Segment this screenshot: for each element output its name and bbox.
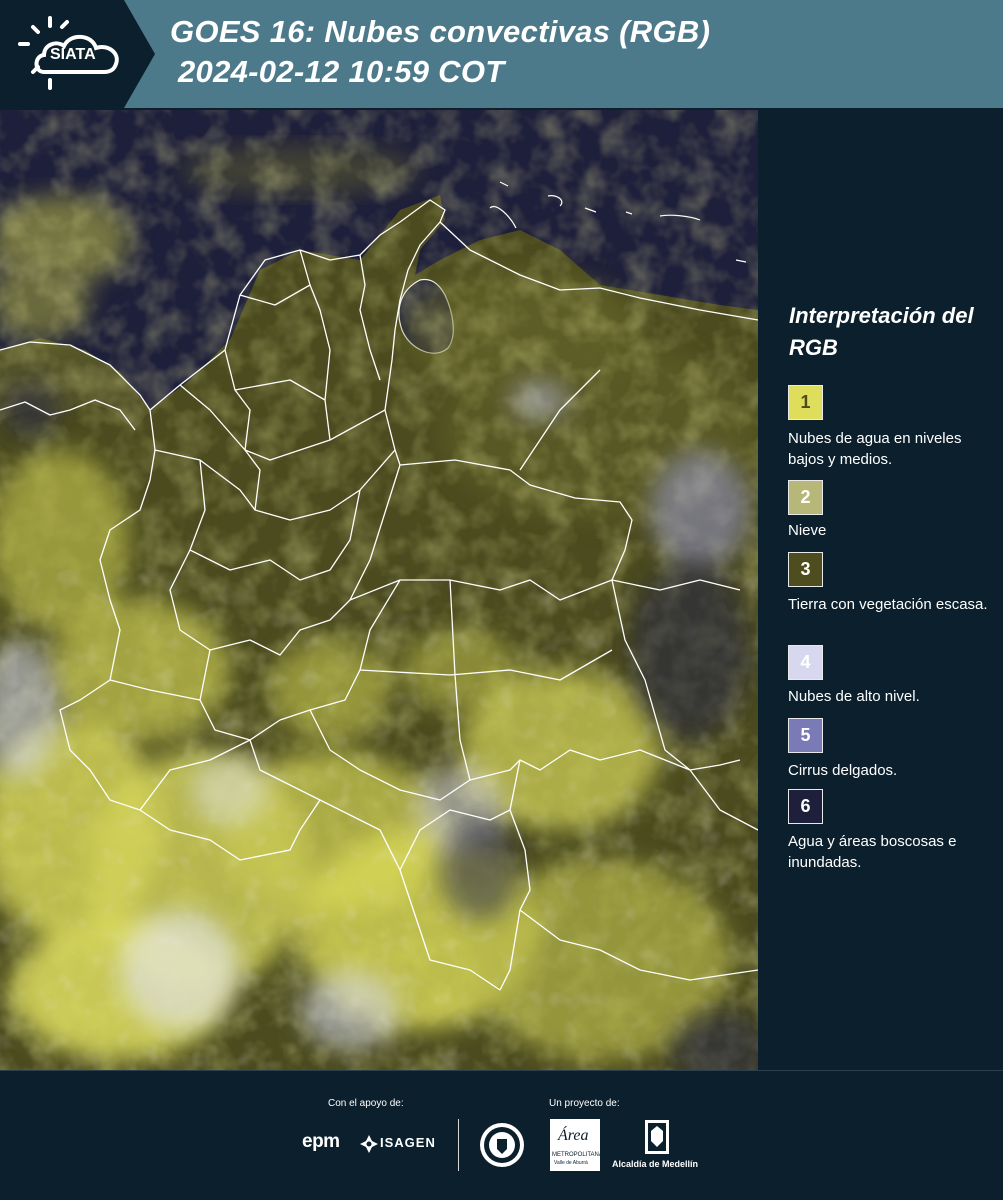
- epm-logo-text: epm: [302, 1131, 340, 1152]
- project-label: Un proyecto de:: [549, 1098, 620, 1109]
- area-line2-text: Valle de Aburrá: [554, 1160, 588, 1166]
- isagen-mark-icon: [360, 1135, 378, 1153]
- area-line1-text: METROPOLITANA: [552, 1152, 603, 1158]
- timestamp: 2024-02-12 10:59 COT: [178, 54, 505, 89]
- header-bar: SIATA GOES 16: Nubes convectivas (RGB) 2…: [0, 0, 1003, 108]
- alcaldia-medellin-logo: Alcaldía de Medellín: [610, 1119, 705, 1171]
- support-label: Con el apoyo de:: [328, 1098, 404, 1109]
- alcaldia-text: Alcaldía de Medellín: [612, 1159, 699, 1169]
- area-metropolitana-logo: Área METROPOLITANA Valle de Aburrá: [550, 1119, 603, 1171]
- footer: Con el apoyo de: Un proyecto de: epm ISA…: [0, 1070, 1003, 1200]
- legend-panel: Interpretación del RGB 1 Nubes de agua e…: [760, 110, 1003, 1070]
- siata-logo: SIATA: [0, 0, 155, 108]
- legend-label-1: Nubes de agua en niveles bajos y medios.: [788, 430, 962, 468]
- legend-title: Interpretación del RGB: [789, 303, 974, 360]
- page-title: GOES 16: Nubes convectivas (RGB): [170, 14, 711, 49]
- area-script-text: Área: [558, 1127, 589, 1144]
- medellin-seal-logo: [478, 1119, 526, 1171]
- legend-label-5: Cirrus delgados.: [788, 762, 898, 779]
- legend-label-6: Agua y áreas boscosas e inundadas.: [788, 833, 957, 871]
- footer-divider: [458, 1119, 459, 1171]
- satellite-map: [0, 110, 758, 1070]
- legend-swatch-3: 3: [788, 552, 823, 587]
- legend-swatch-6: 6: [788, 789, 823, 824]
- legend-label-3: Tierra con vegetación escasa.: [788, 596, 988, 613]
- isagen-logo-text: ISAGEN: [380, 1135, 436, 1150]
- legend-label-2: Nieve: [788, 522, 827, 539]
- legend-swatch-1: 1: [788, 385, 823, 420]
- legend-swatch-4: 4: [788, 645, 823, 680]
- legend-swatch-5: 5: [788, 718, 823, 753]
- legend-swatch-2: 2: [788, 480, 823, 515]
- legend-label-4: Nubes de alto nivel.: [788, 688, 920, 705]
- epm-logo: epm: [302, 1129, 362, 1159]
- isagen-logo: ISAGEN: [360, 1131, 445, 1157]
- siata-logo-text: SIATA: [50, 46, 96, 63]
- alcaldia-shield-icon: [645, 1120, 669, 1154]
